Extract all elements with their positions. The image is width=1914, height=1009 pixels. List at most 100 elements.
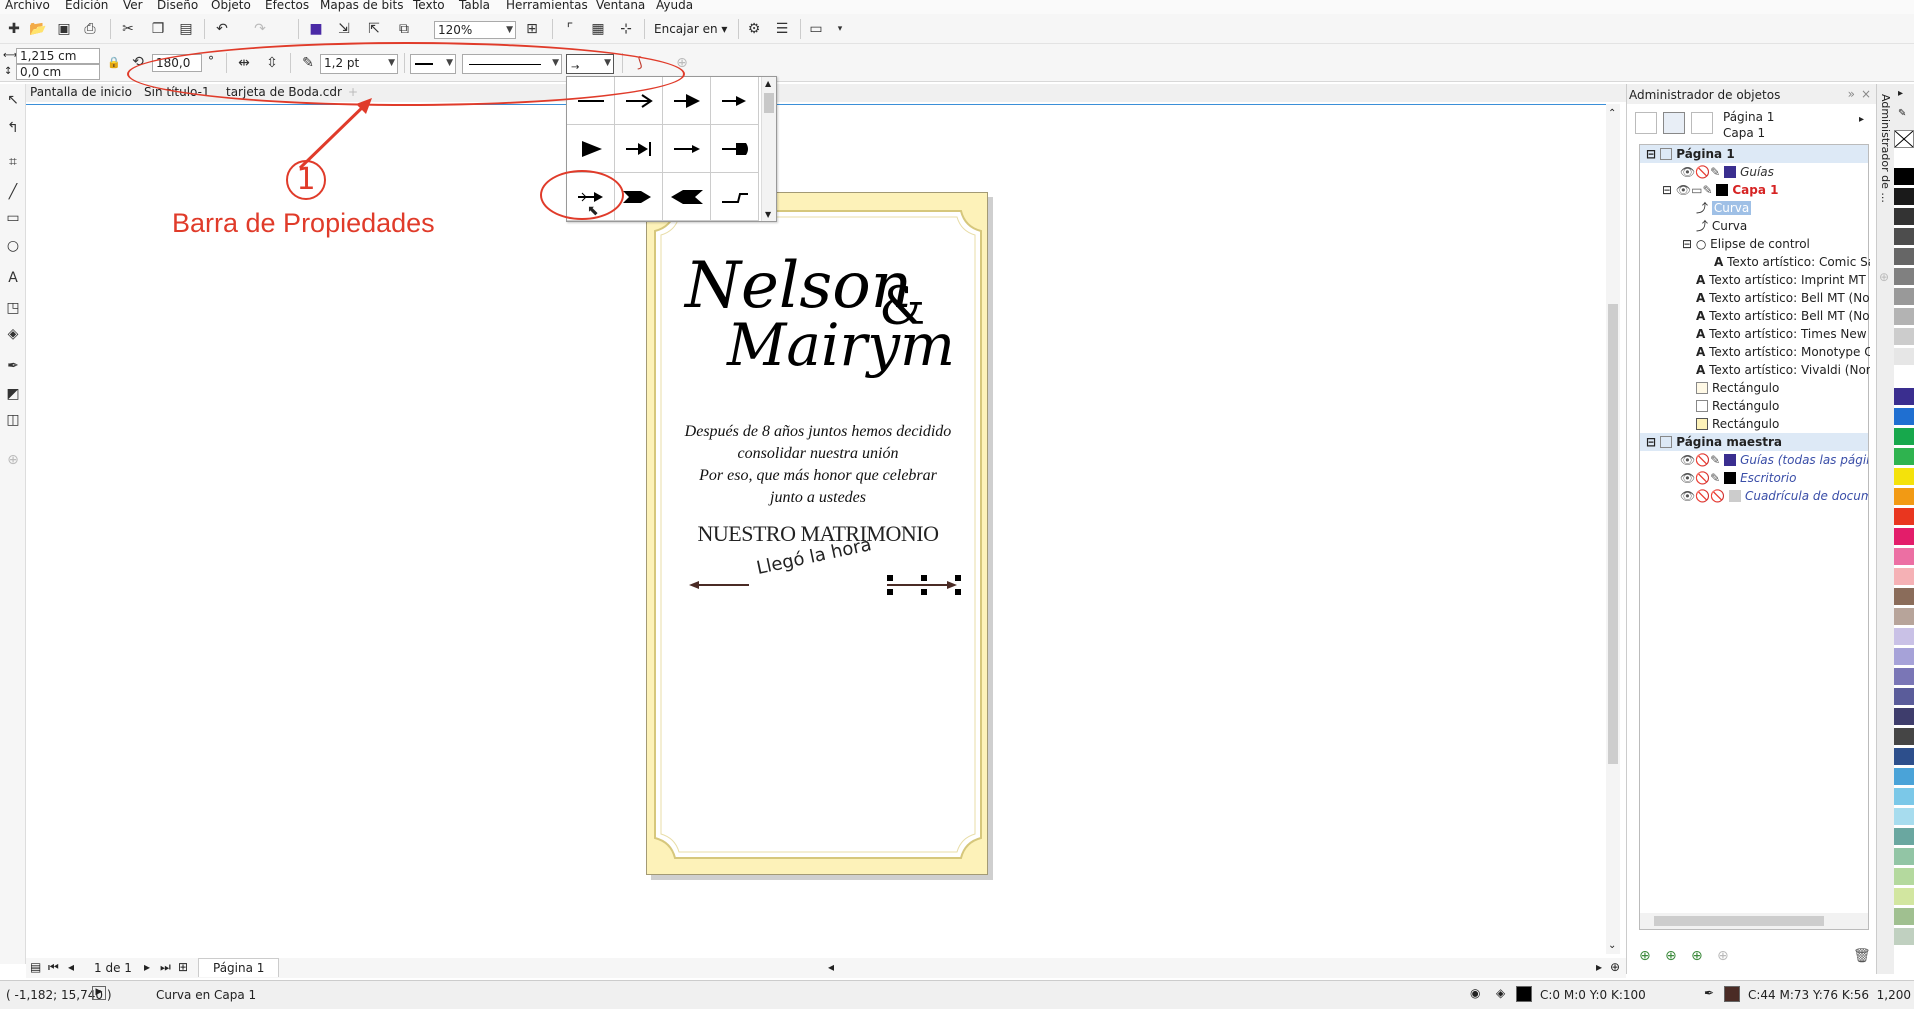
palette-eyedropper-icon[interactable]: ✎ xyxy=(1898,108,1906,119)
menu-efectos[interactable]: Efectos xyxy=(265,0,309,11)
width-field[interactable]: 1,215 cm xyxy=(16,48,100,64)
tree-text-1[interactable]: A Texto artístico: Comic Sans xyxy=(1714,253,1870,271)
new-layer-icon[interactable]: ⊕ xyxy=(1639,948,1651,964)
palette-swatch[interactable] xyxy=(1894,388,1914,406)
new-document-icon[interactable]: ✚ xyxy=(4,19,24,39)
undo-icon[interactable]: ↶ xyxy=(212,19,232,39)
tree-layer-1[interactable]: ⊟ 👁▭✎ Capa 1 xyxy=(1662,181,1778,199)
tree-text-2[interactable]: A Texto artístico: Imprint MT Sha xyxy=(1696,271,1870,289)
color-proof-icon[interactable]: ◉ xyxy=(1470,986,1480,1000)
new-master-layer-odd-icon[interactable]: ⊕ xyxy=(1717,948,1729,964)
palette-swatch[interactable] xyxy=(1894,568,1914,586)
redo-icon[interactable]: ↷ xyxy=(250,19,270,39)
palette-swatch[interactable] xyxy=(1894,808,1914,826)
tree-control-ellipse[interactable]: ⊟ ○ Elipse de control xyxy=(1682,235,1810,253)
menu-ventana[interactable]: Ventana xyxy=(596,0,645,11)
palette-swatch[interactable] xyxy=(1894,528,1914,546)
palette-swatch[interactable] xyxy=(1894,168,1914,186)
arrowhead-bar[interactable] xyxy=(615,125,663,173)
palette-swatch[interactable] xyxy=(1894,408,1914,426)
first-page-icon[interactable]: ⏮ xyxy=(48,960,59,975)
show-guides-icon[interactable]: ⊹ xyxy=(616,19,636,39)
palette-swatch[interactable] xyxy=(1894,228,1914,246)
copy-icon[interactable]: ❐ xyxy=(148,19,168,39)
scroll-right-icon[interactable]: ▸ xyxy=(1596,960,1602,974)
fill-tool-icon[interactable]: ◩ xyxy=(3,384,23,404)
snap-to-dropdown[interactable]: Encajar en ▾ xyxy=(654,22,727,36)
tree-h-scrollbar[interactable] xyxy=(1640,913,1868,929)
freehand-tool-icon[interactable]: ╱ xyxy=(3,182,23,202)
palette-swatch[interactable] xyxy=(1894,608,1914,626)
palette-swatch[interactable] xyxy=(1894,888,1914,906)
tree-curve[interactable]: ⤴ Curva xyxy=(1696,217,1747,235)
menu-ver[interactable]: Ver xyxy=(123,0,143,11)
menu-diseno[interactable]: Diseño xyxy=(157,0,198,11)
menu-tabla[interactable]: Tabla xyxy=(459,0,490,11)
add-tool-icon[interactable]: ⊕ xyxy=(3,450,23,470)
arrowhead-thin[interactable] xyxy=(663,125,711,173)
tree-curve-selected[interactable]: ⤴ Curva xyxy=(1696,199,1752,217)
tree-guides[interactable]: 👁🚫✎ Guías xyxy=(1680,163,1774,181)
ellipse-tool-icon[interactable]: ○ xyxy=(3,236,23,256)
tree-document-grid[interactable]: 👁🚫🚫 Cuadrícula de document xyxy=(1680,487,1868,505)
show-grid-icon[interactable]: ▦ xyxy=(588,19,608,39)
tree-master-page[interactable]: ⊟ Página maestra xyxy=(1640,433,1868,451)
tree-text-6[interactable]: A Texto artístico: Monotype Cors xyxy=(1696,343,1870,361)
zoom-combo[interactable]: 120% ▼ xyxy=(434,21,516,39)
corel-connect-icon[interactable]: ■ xyxy=(306,19,326,39)
eyedropper-tool-icon[interactable]: ✒ xyxy=(3,356,23,376)
palette-swatch[interactable] xyxy=(1894,448,1914,466)
menu-ayuda[interactable]: Ayuda xyxy=(656,0,693,11)
arrowhead-round[interactable] xyxy=(711,125,759,173)
tree-rect-3[interactable]: Rectángulo xyxy=(1696,415,1779,433)
edit-across-layers-icon[interactable] xyxy=(1663,112,1685,134)
palette-swatch[interactable] xyxy=(1894,488,1914,506)
palette-swatch[interactable] xyxy=(1894,928,1914,946)
show-properties-icon[interactable] xyxy=(1635,112,1657,134)
full-screen-icon[interactable]: ⊞ xyxy=(522,19,542,39)
palette-swatch[interactable] xyxy=(1894,588,1914,606)
menu-archivo[interactable]: Archivo xyxy=(5,0,50,11)
menu-mapas-de-bits[interactable]: Mapas de bits xyxy=(320,0,403,11)
tree-text-7[interactable]: A Texto artístico: Vivaldi (Normal xyxy=(1696,361,1870,379)
application-launcher-icon[interactable]: ☰ xyxy=(772,19,792,39)
new-master-layer-even-icon[interactable]: ⊕ xyxy=(1691,948,1703,964)
palette-menu-icon[interactable]: ▸ xyxy=(1898,88,1903,99)
palette-swatch[interactable] xyxy=(1894,708,1914,726)
menu-edicion[interactable]: Edición xyxy=(65,0,108,11)
palette-swatch[interactable] xyxy=(1894,748,1914,766)
cut-icon[interactable]: ✂ xyxy=(118,19,138,39)
palette-swatch[interactable] xyxy=(1894,268,1914,286)
menu-texto[interactable]: Texto xyxy=(413,0,445,11)
prev-page-icon[interactable]: ◂ xyxy=(68,960,74,974)
palette-swatch[interactable] xyxy=(1894,628,1914,646)
height-field[interactable]: 0,0 cm xyxy=(16,64,100,80)
palette-swatch[interactable] xyxy=(1894,688,1914,706)
palette-swatch[interactable] xyxy=(1894,308,1914,326)
palette-swatch[interactable] xyxy=(1894,428,1914,446)
palette-swatch[interactable] xyxy=(1894,348,1914,366)
palette-swatch[interactable] xyxy=(1894,828,1914,846)
palette-swatch[interactable] xyxy=(1894,328,1914,346)
page-tab[interactable]: Página 1 xyxy=(198,958,280,977)
print-icon[interactable]: ⎙ xyxy=(80,19,100,39)
palette-swatch[interactable] xyxy=(1894,368,1914,386)
crop-tool-icon[interactable]: ⌗ xyxy=(3,152,23,172)
palette-swatch[interactable] xyxy=(1894,508,1914,526)
palette-swatch[interactable] xyxy=(1894,728,1914,746)
palette-swatch[interactable] xyxy=(1894,848,1914,866)
rectangle-tool-icon[interactable]: ▭ xyxy=(3,208,23,228)
palette-swatch[interactable] xyxy=(1894,548,1914,566)
palette-swatch[interactable] xyxy=(1894,148,1914,166)
text-tool-icon[interactable]: A xyxy=(3,268,23,288)
save-icon[interactable]: ▣ xyxy=(54,19,74,39)
shape-tool-icon[interactable]: ↰ xyxy=(3,118,23,138)
tree-text-4[interactable]: A Texto artístico: Bell MT (Norma xyxy=(1696,307,1870,325)
new-master-layer-icon[interactable]: ⊕ xyxy=(1665,948,1677,964)
welcome-screen-icon[interactable]: ▭ xyxy=(806,19,826,39)
lock-ratio-icon[interactable]: 🔒 xyxy=(104,52,124,72)
toolbar-more-icon[interactable]: ▾ xyxy=(830,19,850,39)
layer-manager-icon[interactable] xyxy=(1691,112,1713,134)
pick-tool-icon[interactable]: ↖ xyxy=(3,90,23,110)
arrowhead-hook[interactable] xyxy=(711,173,759,221)
